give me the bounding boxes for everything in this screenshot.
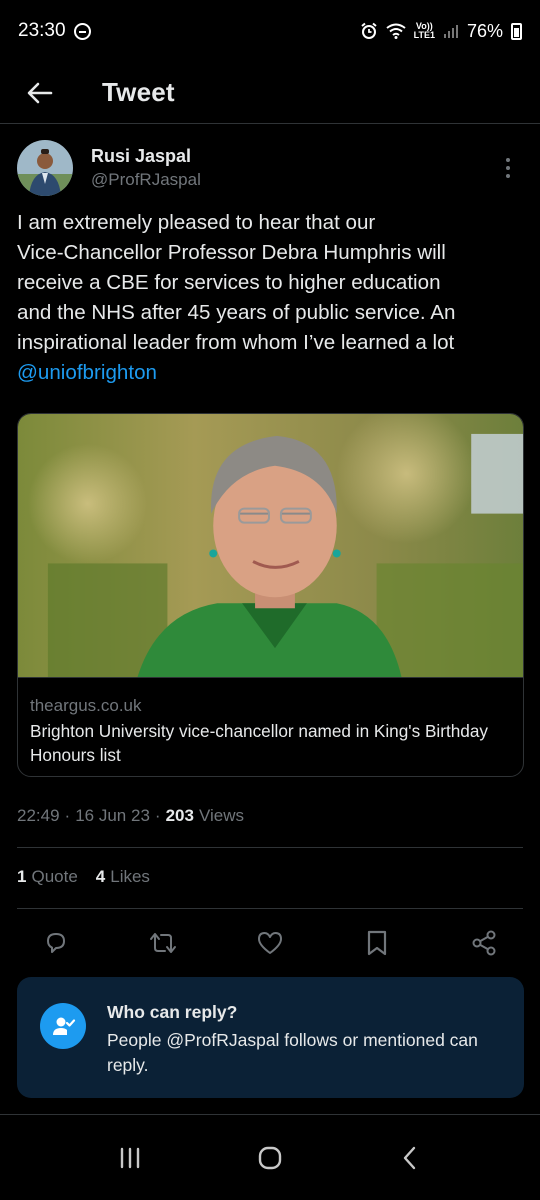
meta-separator: · [154,806,161,825]
retweet-icon [150,933,176,953]
views-label: Views [198,806,244,825]
tweet-actions [17,922,523,964]
header: Tweet [0,62,540,124]
status-left: 23:30 [18,20,91,42]
tweet-meta: 22:49 · 16 Jun 23 · 203 Views [17,806,244,826]
lte-label: LTE1 [413,30,435,40]
tweet-text: I am extremely pleased to hear that our … [17,208,527,388]
tweet-body: I am extremely pleased to hear that our … [17,211,456,354]
reply-button[interactable] [39,926,73,960]
status-bar: 23:30 Vo)) LTE1 76% [0,0,540,62]
page-title: Tweet [102,77,175,107]
recent-apps-button[interactable] [100,1128,160,1188]
tweet-date: 16 Jun 23 [75,806,150,825]
alarm-icon [360,22,377,39]
like-icon [258,932,282,954]
bookmark-button[interactable] [360,926,394,960]
tweet-time: 22:49 [17,806,60,825]
wifi-icon [386,23,406,39]
card-image [18,414,523,678]
quotes-stat[interactable]: 1 Quote [17,867,78,887]
signal-icon [443,25,458,38]
author-handle[interactable]: @ProfRJaspal [91,170,201,190]
home-button[interactable] [240,1128,300,1188]
volte-indicator: Vo)) LTE1 [414,22,435,40]
card-title: Brighton University vice-chancellor name… [30,721,489,765]
more-vertical-icon[interactable] [493,148,523,188]
reply-restriction-title: Who can reply? [107,1002,238,1022]
divider [17,847,523,848]
arrow-left-icon [27,82,53,103]
share-icon [472,930,496,956]
likes-count: 4 [95,867,106,886]
author-names: Rusi Jaspal @ProfRJaspal [91,146,201,190]
bookmark-icon [367,930,387,956]
author-name[interactable]: Rusi Jaspal [91,146,201,167]
status-time: 23:30 [18,20,66,41]
do-not-disturb-icon [73,22,91,40]
battery-icon [511,22,522,40]
system-navigation-bar [0,1116,540,1200]
quotes-count: 1 [17,867,27,886]
likes-stat[interactable]: 4 Likes [96,867,150,887]
tweet-stats: 1 Quote 4 Likes [17,867,150,887]
quotes-label: Quote [31,867,78,886]
likes-label: Likes [110,867,150,886]
divider [0,1114,540,1115]
like-button[interactable] [253,926,287,960]
retweet-button[interactable] [146,926,180,960]
home-icon [258,1146,282,1170]
card-domain: theargus.co.uk [30,696,142,715]
reply-restriction-box: Who can reply? People @ProfRJaspal follo… [17,977,524,1098]
back-icon [403,1146,416,1170]
meta-separator: · [64,806,71,825]
back-button[interactable] [0,62,80,124]
system-back-button[interactable] [380,1128,440,1188]
reply-icon [47,933,65,953]
recent-apps-icon [120,1147,140,1169]
avatar[interactable] [17,140,73,196]
reply-restriction-description: People @ProfRJaspal follows or mentioned… [107,1030,478,1075]
views-count: 203 [165,806,194,825]
mention-user-icon [40,1003,86,1049]
battery-percent: 76% [466,20,503,41]
link-card[interactable]: theargus.co.uk Brighton University vice-… [17,413,524,777]
tweet-author: Rusi Jaspal @ProfRJaspal [17,140,523,196]
mention-link[interactable]: @uniofbrighton [17,361,157,384]
share-button[interactable] [467,926,501,960]
divider [17,908,523,909]
status-right: Vo)) LTE1 76% [360,21,522,42]
